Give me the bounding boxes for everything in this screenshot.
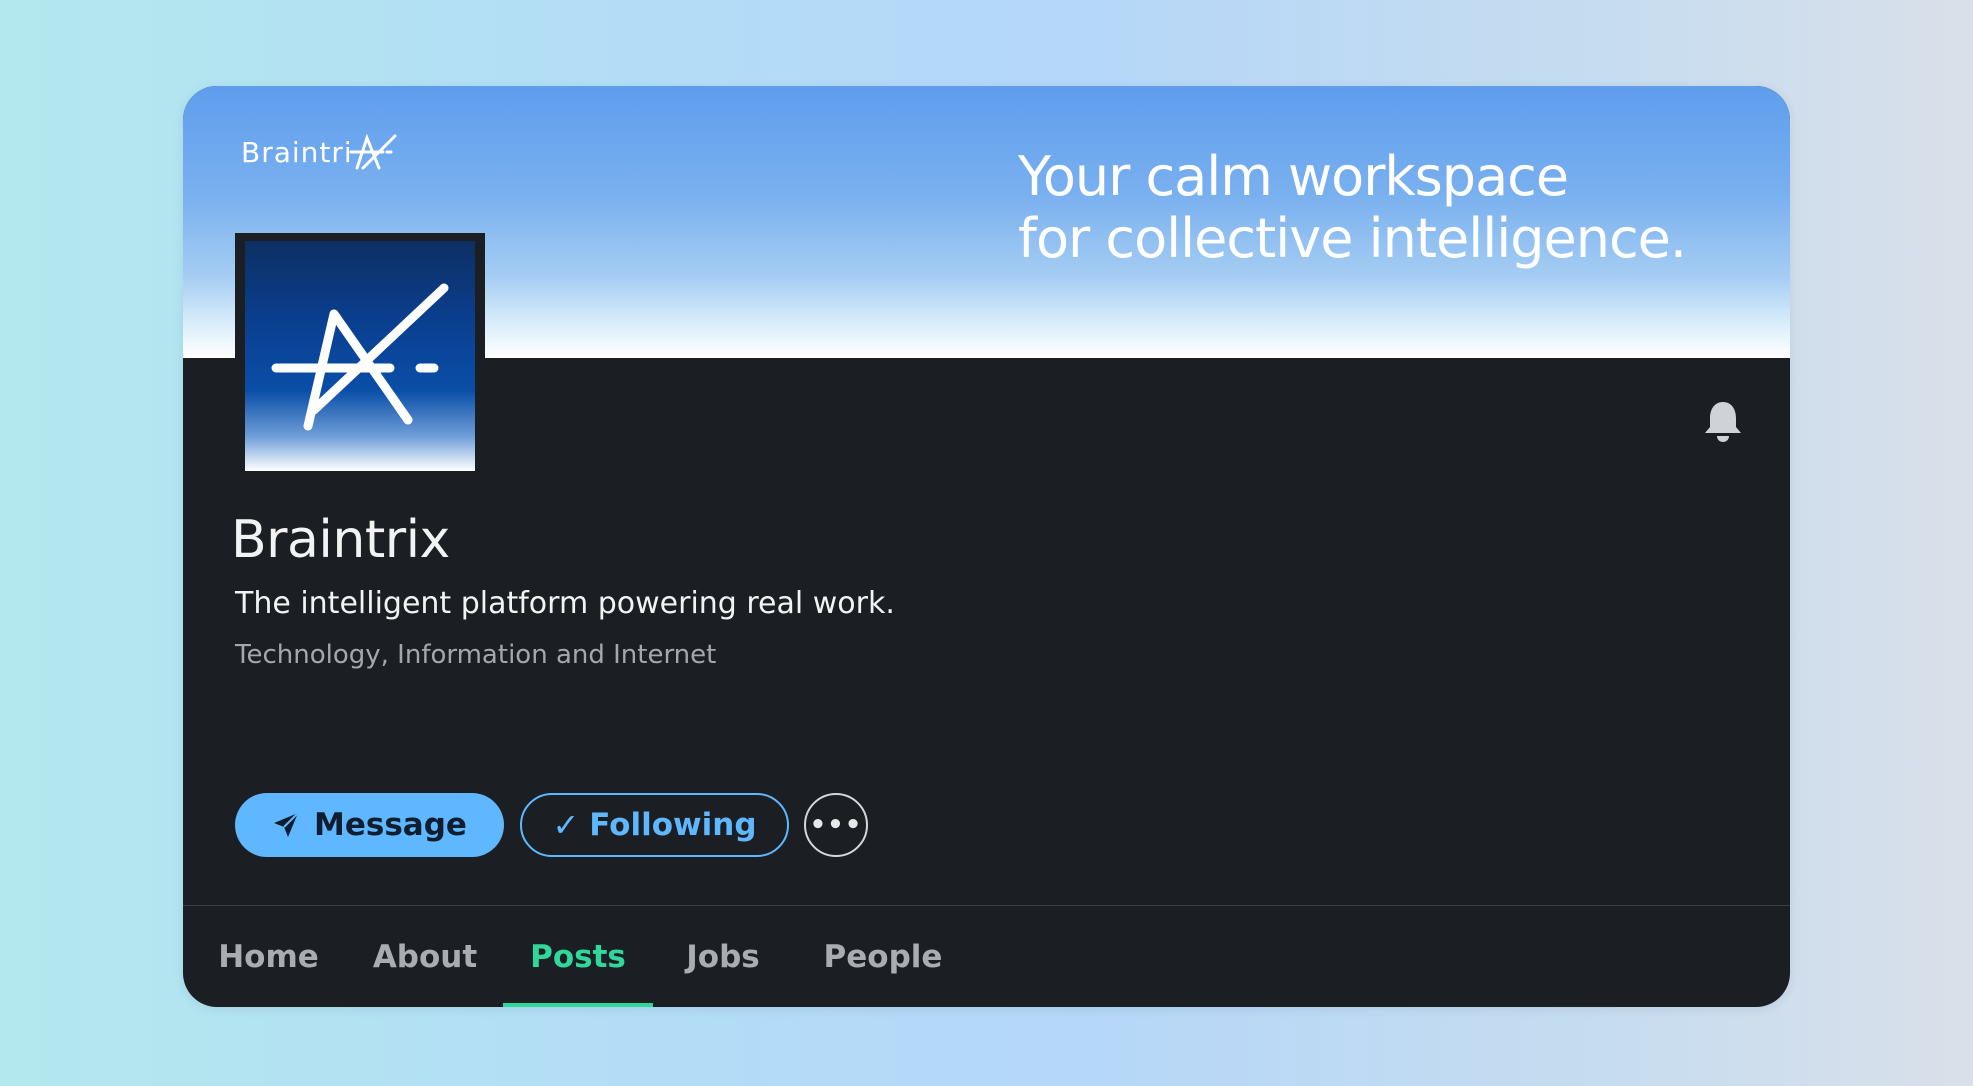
tab-home[interactable]: Home <box>211 906 326 1007</box>
message-button-label: Message <box>314 807 467 843</box>
company-industry: Technology, Information and Internet <box>235 640 717 670</box>
cover-logo-text: Braintri <box>241 135 353 169</box>
tagline-line-2: for collective intelligence. <box>1018 207 1687 270</box>
following-button-label: Following <box>589 807 757 843</box>
cover-logo: Braintri <box>241 132 399 172</box>
bell-icon[interactable] <box>1702 399 1744 443</box>
company-logo-avatar[interactable] <box>235 233 485 480</box>
braintrix-x-mark-icon <box>349 133 397 170</box>
send-icon <box>274 812 299 837</box>
tab-jobs[interactable]: Jobs <box>667 906 779 1007</box>
tagline-line-1: Your calm workspace <box>1018 145 1569 208</box>
tab-about-label: About <box>372 938 478 975</box>
tab-posts[interactable]: Posts <box>503 906 653 1007</box>
company-description: The intelligent platform powering real w… <box>235 586 895 621</box>
tab-posts-label: Posts <box>530 938 626 975</box>
more-icon: ••• <box>809 810 863 840</box>
company-page-card: Braintri Your calm workspace for collect… <box>183 86 1790 1007</box>
message-button[interactable]: Message <box>235 793 504 857</box>
tab-people-label: People <box>823 938 943 975</box>
company-name: Braintrix <box>231 510 450 570</box>
tab-jobs-label: Jobs <box>686 938 760 975</box>
check-icon: ✓ <box>552 806 580 844</box>
avatar-image <box>245 241 475 471</box>
tab-home-label: Home <box>218 938 319 975</box>
more-options-button[interactable]: ••• <box>804 793 868 857</box>
following-button[interactable]: ✓ Following <box>520 793 789 857</box>
cover-tagline: Your calm workspace for collective intel… <box>1018 145 1687 270</box>
braintrix-logo-icon <box>271 283 449 431</box>
tab-people[interactable]: People <box>808 906 958 1007</box>
page-tabs: Home About Posts Jobs People <box>183 906 1790 1007</box>
tab-about[interactable]: About <box>360 906 490 1007</box>
